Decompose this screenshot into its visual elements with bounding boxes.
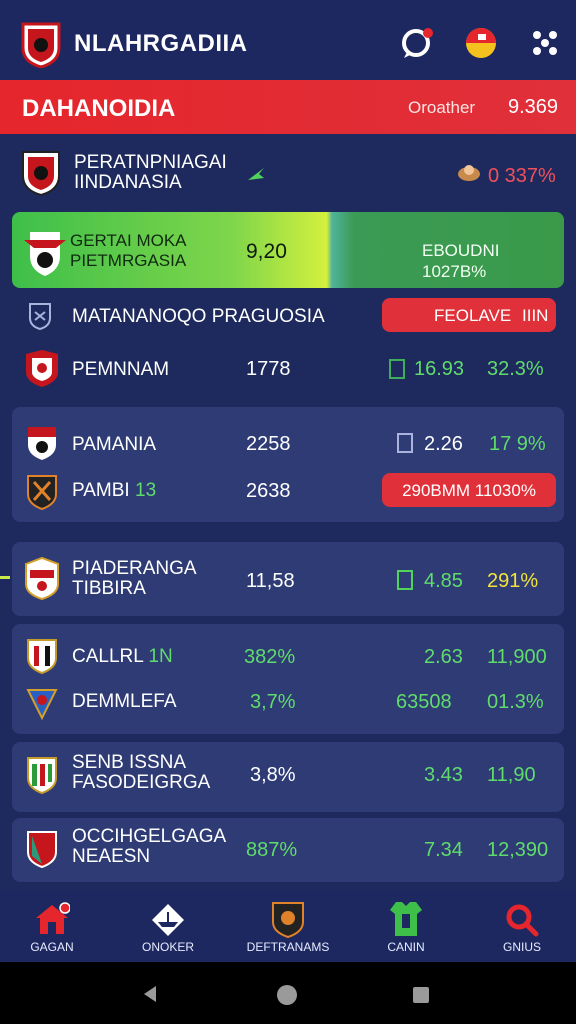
team-name-line2: TIBBIRA [72, 578, 146, 599]
system-navigation-bar [0, 962, 576, 1024]
section-pill-button[interactable]: FEOLAVE IIIN [382, 298, 556, 332]
home-button-icon[interactable] [276, 984, 298, 1006]
league-header[interactable]: DAHANOIDIA Oroather 9.369 [0, 80, 576, 134]
team-crest-icon [27, 639, 57, 674]
search-icon [506, 904, 539, 937]
doc-icon [397, 570, 413, 590]
team-stat: 2.63 [424, 646, 463, 668]
nav-label: GAGAN [30, 940, 74, 954]
section-pill-label: FEOLAVE [434, 306, 512, 325]
team-stat: 2.26 [424, 433, 463, 455]
team-stat: 4.85 [424, 570, 463, 592]
team-percent: 11,900 [487, 646, 547, 668]
team-name: CALLRL 1N [72, 646, 173, 667]
team-percent: 32.3% [487, 358, 544, 380]
team-crest-icon [28, 427, 56, 460]
nav-item-canin[interactable]: CANIN [356, 890, 456, 962]
featured-crest-icon [24, 232, 66, 276]
featured-right-label: EBOUDNI 1027B% [422, 241, 500, 281]
nav-item-onoker[interactable]: ONOKER [118, 890, 218, 962]
ball-icon [458, 165, 480, 181]
flag-icon[interactable] [464, 26, 498, 60]
top-app-bar: NLAHRGADIIA [0, 0, 576, 80]
featured-score: 9,20 [246, 240, 287, 263]
team-name-line2: IINDANASIA [74, 172, 182, 193]
team-name-main: CALLRL [72, 646, 144, 667]
network-icon[interactable] [528, 26, 562, 60]
team-stat: 7.34 [424, 839, 463, 861]
trend-arrow-icon [248, 168, 264, 180]
team-pill-button[interactable]: 290BMM 11030% [382, 473, 556, 507]
club-logo-icon [21, 22, 61, 68]
nav-item-search[interactable]: GNIUS [472, 890, 572, 962]
team-crest-icon [25, 556, 59, 600]
nav-item-home[interactable]: GAGAN [2, 890, 102, 962]
nav-label: DEFTRANAMS [246, 940, 330, 954]
featured-name-line2: PIETMRGASIA [70, 251, 187, 270]
chat-icon[interactable] [400, 26, 434, 60]
app-title: NLAHRGADIIA [74, 30, 248, 57]
nav-label: ONOKER [141, 940, 194, 954]
team-crest-icon [26, 689, 58, 720]
featured-name-line1: GERTAI MOKA [70, 231, 187, 250]
team-stat: 63508 [396, 691, 452, 713]
team-name-extra: 1N [148, 646, 173, 667]
top-team-value: 0 337% [488, 165, 556, 187]
nav-label: GNIUS [502, 940, 541, 954]
team-percent: 17 9% [489, 433, 546, 455]
bottom-navigation: GAGAN ONOKER DEFTRANAMS CANIN GNIUS [0, 890, 576, 962]
section-crest-icon [29, 303, 51, 330]
team-name: DEMMLEFA [72, 691, 177, 712]
team-name-extra: 13 [135, 480, 157, 501]
doc-icon [389, 359, 405, 379]
team-percent: 291% [487, 570, 539, 592]
team-crest-icon [26, 350, 58, 387]
header-label: Oroather [408, 98, 476, 117]
team-name-line1: SENB ISSNA [72, 752, 187, 773]
team-name-line2: NEAESN [72, 846, 151, 867]
team-name: PAMANIA [72, 434, 157, 455]
team-value: 2638 [246, 480, 291, 502]
recents-icon[interactable] [412, 986, 430, 1004]
team-name: PEMNNAM [72, 359, 170, 380]
team-value: 1778 [246, 358, 291, 380]
team-value: 887% [246, 839, 298, 861]
team-crest-icon [27, 757, 57, 794]
ship-icon [152, 904, 184, 936]
home-icon [36, 902, 70, 934]
team-value: 3,7% [250, 691, 296, 713]
team-crest-icon [22, 151, 60, 196]
featured-match-card[interactable]: GERTAI MOKA PIETMRGASIA 9,20 EBOUDNI 102… [12, 212, 564, 288]
team-name: PAMBI 13 [72, 480, 156, 501]
team-stat: 16.93 [414, 358, 465, 380]
team-value: 2258 [246, 433, 291, 455]
team-name-line2: FASODEIGRGA [72, 772, 211, 793]
team-name-line1: PIADERANGA [72, 558, 197, 579]
team-percent: 12,390 [487, 839, 549, 861]
back-icon[interactable] [140, 984, 160, 1004]
team-crest-icon [27, 475, 57, 510]
team-value: 11,58 [246, 570, 295, 592]
team-card [12, 624, 564, 734]
section-pill-extra: IIIN [522, 306, 549, 325]
team-percent: 01.3% [487, 691, 544, 713]
section-title: MATANANOQO PRAGUOSIA [72, 306, 325, 327]
team-name-line1: OCCIHGELGAGA [72, 826, 227, 847]
nav-label: CANIN [387, 940, 425, 954]
crest-icon [272, 902, 304, 938]
team-stat: 3.43 [424, 764, 463, 786]
team-value: 3,8% [250, 764, 296, 786]
header-value: 9.369 [508, 96, 559, 118]
jersey-icon [390, 902, 422, 936]
team-name-line1: PERATNPNIAGAI [74, 152, 227, 173]
team-name-main: PAMBI [72, 480, 130, 501]
team-crest-icon [27, 831, 57, 868]
team-value: 382% [244, 646, 296, 668]
doc-icon [397, 433, 413, 453]
nav-item-deftranams[interactable]: DEFTRANAMS [238, 890, 338, 962]
league-title: DAHANOIDIA [22, 95, 176, 122]
highlight-marker [0, 576, 10, 579]
team-percent: 11,90 [487, 764, 536, 786]
